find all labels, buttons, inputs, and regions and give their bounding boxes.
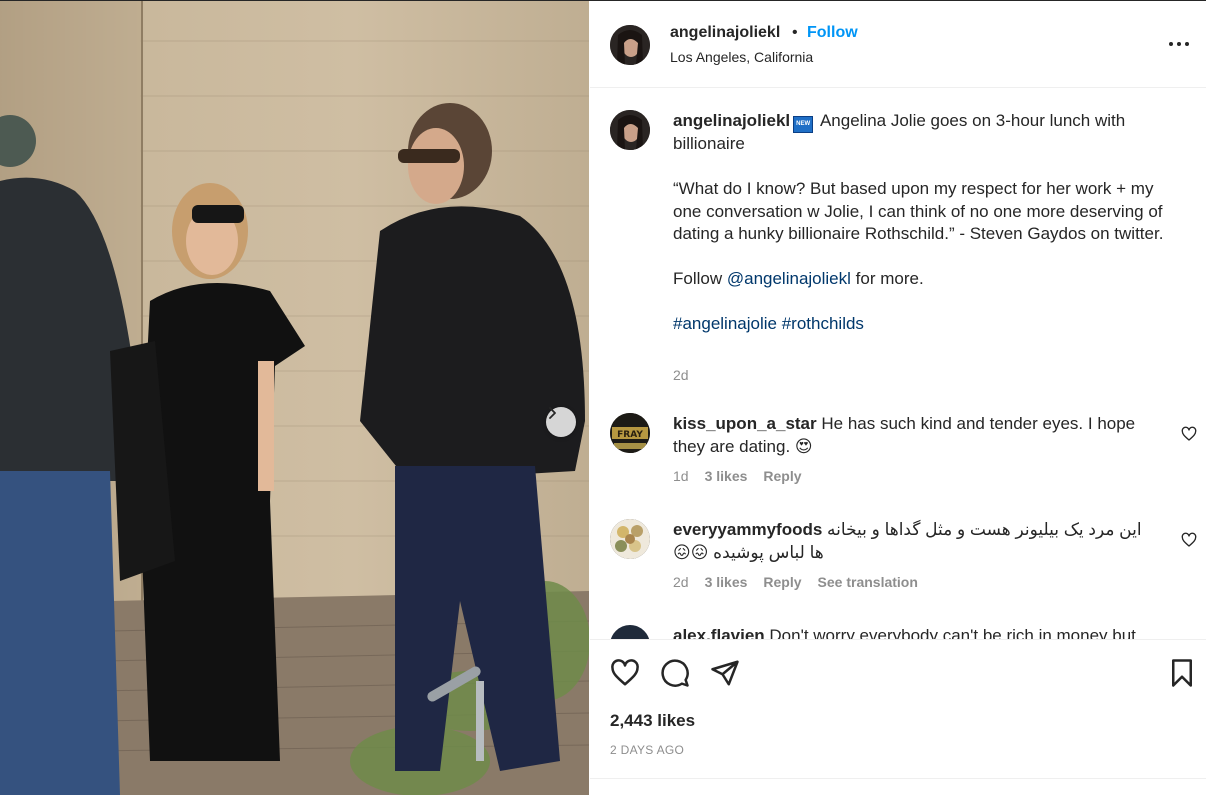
comment-meta: 1d 3 likes Reply [673, 468, 818, 484]
caption-timestamp[interactable]: 2d [673, 367, 689, 383]
comment-likes[interactable]: 3 likes [705, 574, 748, 590]
post-photo[interactable] [0, 1, 589, 795]
comment-time[interactable]: 2d [673, 574, 689, 590]
heart-icon[interactable] [1181, 426, 1197, 442]
reply-button[interactable]: Reply [763, 574, 801, 590]
follow-button[interactable]: Follow [807, 24, 858, 42]
author-username[interactable]: angelinajoliekl [670, 24, 780, 42]
comment-text: kiss_upon_a_star He has such kind and te… [673, 413, 1153, 458]
caption-follow-suffix: for more. [850, 269, 924, 288]
carousel-next-button[interactable] [546, 407, 576, 437]
commenter-avatar[interactable] [610, 625, 650, 639]
see-translation-button[interactable]: See translation [818, 574, 918, 590]
heart-icon[interactable] [1181, 532, 1197, 548]
comment-likes[interactable]: 3 likes [705, 468, 748, 484]
author-avatar[interactable] [610, 25, 650, 65]
photo-illustration [0, 1, 589, 795]
reply-button[interactable]: Reply [763, 468, 801, 484]
post-date[interactable]: 2 DAYS AGO [610, 743, 684, 757]
caption-username[interactable]: angelinajoliekl [673, 111, 790, 130]
avatar-image: FRAY [610, 413, 650, 453]
comment-time[interactable]: 1d [673, 468, 689, 484]
comments-section[interactable]: angelinajoliekl NEW Angelina Jolie goes o… [590, 89, 1206, 639]
comment-text: alex.flavien Don't worry everybody can't… [673, 625, 1153, 639]
commenter-username[interactable]: alex.flavien [673, 626, 765, 639]
likes-count[interactable]: 2,443 likes [610, 711, 695, 731]
caption-author-avatar[interactable] [610, 110, 650, 150]
new-badge-icon: NEW [793, 116, 814, 133]
commenter-avatar[interactable]: FRAY [610, 413, 650, 453]
avatar-image [610, 25, 650, 65]
post-header: angelinajoliekl • Follow Los Angeles, Ca… [590, 1, 1206, 88]
post-caption: angelinajoliekl NEW Angelina Jolie goes o… [673, 110, 1183, 336]
chevron-right-icon [549, 407, 556, 419]
svg-text:FRAY: FRAY [617, 430, 643, 440]
comment-meta: 2d 3 likes Reply See translation [673, 574, 934, 590]
comment-body: Don't worry everybody can't be rich in m… [769, 626, 1136, 639]
header-separator: • [792, 24, 798, 41]
commenter-username[interactable]: kiss_upon_a_star [673, 414, 817, 433]
share-icon[interactable] [710, 658, 740, 688]
avatar-image [610, 110, 650, 150]
caption-quote: “What do I know? But based upon my respe… [673, 179, 1164, 243]
comment-text: everyyammyfoods این مرد یک بیلیونر هست و… [673, 519, 1153, 564]
caption-follow-prefix: Follow [673, 269, 727, 288]
comment-icon[interactable] [660, 658, 690, 688]
bookmark-icon[interactable] [1167, 658, 1197, 688]
post-details-panel: angelinajoliekl • Follow Los Angeles, Ca… [590, 1, 1206, 795]
more-icon[interactable] [1168, 37, 1190, 51]
heart-icon[interactable] [610, 658, 640, 688]
post-actions: 2,443 likes 2 DAYS AGO [590, 639, 1206, 779]
avatar-image [610, 519, 650, 559]
commenter-avatar[interactable] [610, 519, 650, 559]
post-location[interactable]: Los Angeles, California [670, 49, 813, 65]
hashtag-link[interactable]: #angelinajolie [673, 314, 777, 333]
commenter-username[interactable]: everyyammyfoods [673, 520, 822, 539]
caption-mention-link[interactable]: @angelinajoliekl [727, 269, 851, 288]
hashtag-link[interactable]: #rothchilds [782, 314, 864, 333]
